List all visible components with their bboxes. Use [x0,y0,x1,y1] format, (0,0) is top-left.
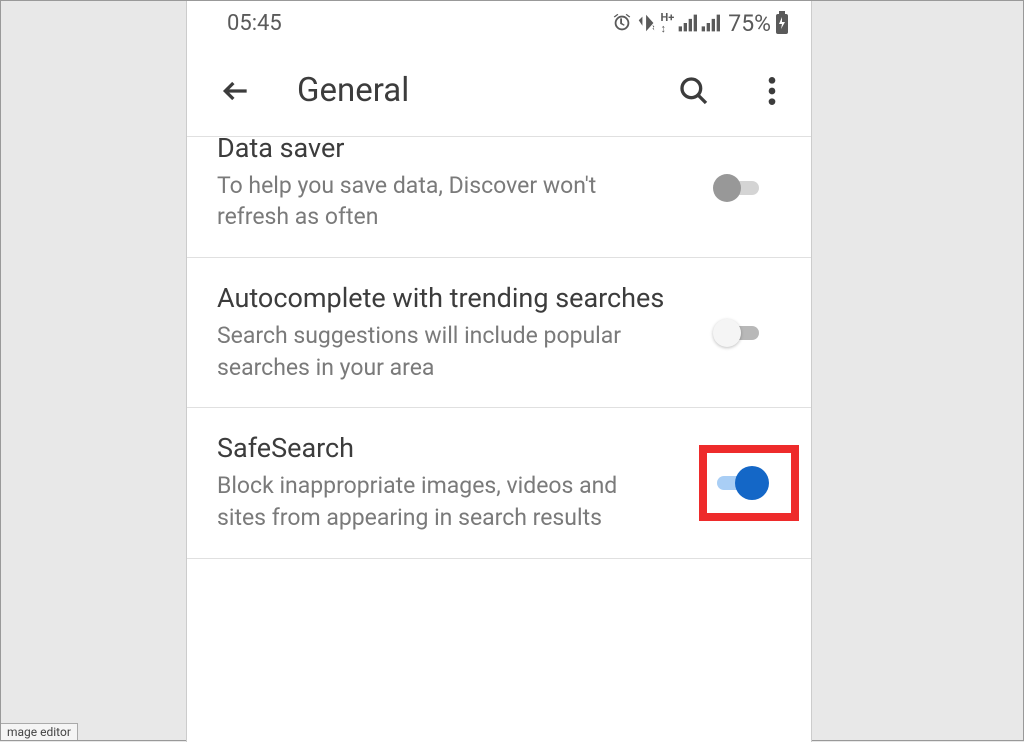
toggle-safesearch[interactable] [713,469,769,497]
setting-desc: To help you save data, Discover won't re… [217,170,671,233]
setting-data-saver[interactable]: Data saver To help you save data, Discov… [187,137,811,258]
toggle-data-saver[interactable] [713,174,769,202]
setting-desc: Block inappropriate images, videos and s… [217,470,671,533]
setting-title: Data saver [217,137,671,166]
setting-title: SafeSearch [217,432,671,466]
vibrate-icon [636,12,658,34]
footer-label: mage editor [1,723,78,740]
more-button[interactable] [757,70,787,112]
page-title: General [297,71,673,110]
toggle-autocomplete[interactable] [713,319,769,347]
setting-autocomplete[interactable]: Autocomplete with trending searches Sear… [187,258,811,408]
search-button[interactable] [673,70,715,112]
back-button[interactable] [217,72,255,110]
battery-icon [775,11,789,35]
settings-list: Data saver To help you save data, Discov… [187,137,811,559]
signal-icon-1 [677,13,697,33]
network-icon: H+↕ [661,12,675,34]
status-bar: 05:45 H+↕ 75% [187,1,811,45]
alarm-icon [611,12,633,34]
setting-desc: Search suggestions will include popular … [217,320,671,383]
status-time: 05:45 [227,11,282,36]
setting-safesearch[interactable]: SafeSearch Block inappropriate images, v… [187,408,811,558]
status-right: H+↕ 75% [611,10,789,37]
signal-icon-2 [700,13,720,33]
phone-screen: 05:45 H+↕ 75% [186,1,812,742]
app-bar: General [187,45,811,137]
battery-percent: 75% [728,10,771,37]
setting-title: Autocomplete with trending searches [217,282,671,316]
